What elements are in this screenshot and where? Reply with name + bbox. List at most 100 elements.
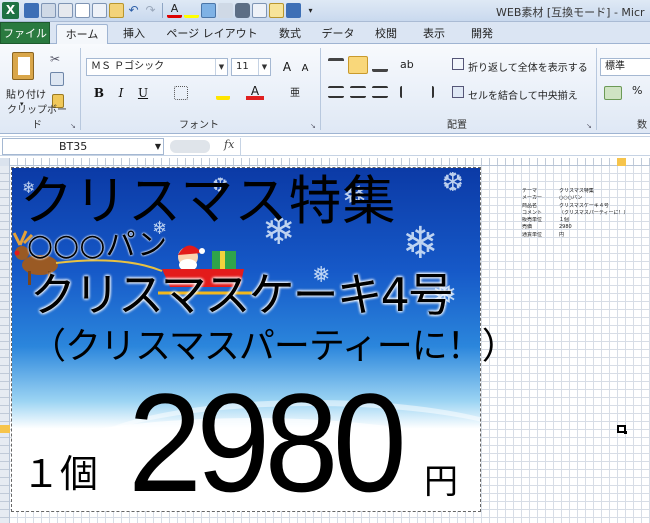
column-icon[interactable] <box>269 3 284 18</box>
undo-icon[interactable]: ↶ <box>126 3 141 18</box>
font-launcher-icon[interactable]: ↘ <box>310 122 318 130</box>
number-format-combo[interactable]: 標準 <box>600 58 650 76</box>
table-value[interactable]: ○○○パン <box>559 195 639 202</box>
copy-icon[interactable] <box>92 3 107 18</box>
formula-bar-separator[interactable] <box>170 140 210 153</box>
table-key[interactable]: コメント <box>522 210 559 217</box>
paintbrush-icon[interactable] <box>218 3 233 18</box>
align-bottom-icon[interactable] <box>372 58 388 72</box>
table-value[interactable]: 円 <box>559 232 639 239</box>
select-all-corner[interactable] <box>0 158 10 166</box>
decrease-indent-icon[interactable] <box>400 86 414 98</box>
excel-logo-icon[interactable]: X <box>2 2 19 19</box>
redo-icon[interactable]: ↷ <box>143 3 158 18</box>
wrap-text-button[interactable]: 折り返して全体を表示する <box>452 56 592 74</box>
table-row[interactable]: 商品名 クリスマスケーキ４号 <box>522 203 639 210</box>
camera-icon[interactable] <box>235 3 250 18</box>
table-key[interactable]: メーカー <box>522 195 559 202</box>
print-preview-icon[interactable] <box>41 3 56 18</box>
table-value[interactable]: クリスマスケーキ４号 <box>559 203 639 210</box>
excel-window: X ↶ ↷ A ▾ WEB素材 [互換モード] - Micr ファイル ホーム … <box>0 0 650 523</box>
active-cell-cursor[interactable] <box>617 425 627 434</box>
cut-icon[interactable]: ✂ <box>50 52 66 68</box>
increase-indent-icon[interactable] <box>420 86 434 98</box>
font-size-combo[interactable]: 11 ▼ <box>231 58 271 76</box>
selected-row-header[interactable] <box>0 425 10 433</box>
tab-insert[interactable]: 挿入 <box>114 24 154 44</box>
open-icon[interactable] <box>109 3 124 18</box>
font-color-icon[interactable]: A <box>167 3 182 18</box>
customize-qat-icon[interactable]: ▾ <box>303 3 318 18</box>
tab-formulas[interactable]: 数式 <box>268 24 312 44</box>
underline-button[interactable]: U <box>134 84 152 102</box>
column-headers[interactable] <box>10 158 650 166</box>
tab-file[interactable]: ファイル <box>0 22 50 44</box>
shrink-font-button[interactable]: A <box>296 60 314 78</box>
ruler-icon[interactable] <box>252 3 267 18</box>
row-headers[interactable] <box>0 166 10 523</box>
tab-data[interactable]: データ <box>316 24 360 44</box>
merge-icon <box>452 86 464 98</box>
table-value[interactable]: １個 <box>559 217 639 224</box>
table-key[interactable]: 商品名 <box>522 203 559 210</box>
fill-color-icon[interactable] <box>216 86 230 100</box>
tab-review[interactable]: 校閲 <box>364 24 408 44</box>
sound-icon[interactable] <box>286 3 301 18</box>
table-row[interactable]: コメント （クリスマスパーティーに！） <box>522 210 639 217</box>
save-icon[interactable] <box>24 3 39 18</box>
borders-icon[interactable] <box>174 86 188 100</box>
highlight-icon[interactable] <box>184 3 199 18</box>
table-key[interactable]: 売価 <box>522 224 559 231</box>
insert-function-button[interactable]: fx <box>224 138 234 151</box>
copy-button-icon[interactable] <box>50 72 64 86</box>
bold-button[interactable]: B <box>90 84 108 102</box>
formula-input[interactable] <box>240 138 648 155</box>
align-left-icon[interactable] <box>328 86 344 98</box>
alignment-group-label: 配置 <box>447 120 467 131</box>
percent-icon[interactable]: % <box>632 84 646 100</box>
table-row[interactable]: テーマ クリスマス特集 <box>522 188 639 195</box>
font-size-value: 11 <box>236 61 249 72</box>
selected-column-header[interactable] <box>617 158 626 166</box>
alignment-launcher-icon[interactable]: ↘ <box>586 122 594 130</box>
font-color-button[interactable]: A <box>246 82 264 100</box>
tab-developer[interactable]: 開発 <box>460 24 504 44</box>
chevron-down-icon: ▼ <box>258 59 270 75</box>
align-top-icon[interactable] <box>328 58 344 72</box>
align-center-icon[interactable] <box>350 86 366 98</box>
font-name-value: ＭＳ Ｐゴシック <box>91 61 165 72</box>
ribbon-tabs: ファイル ホーム 挿入 ページ レイアウト 数式 データ 校閲 表示 開発 <box>0 22 650 45</box>
table-key[interactable]: 販売単位 <box>522 217 559 224</box>
orientation-icon[interactable]: ab <box>400 58 420 72</box>
currency-icon[interactable] <box>604 86 622 100</box>
picture-icon[interactable] <box>201 3 216 18</box>
table-key[interactable]: テーマ <box>522 188 559 195</box>
table-row[interactable]: 通貨単位円 <box>522 232 639 239</box>
grow-font-button[interactable]: A <box>278 58 296 76</box>
formula-bar: BT35 ▼ fx <box>0 136 650 156</box>
align-right-icon[interactable] <box>372 86 388 98</box>
font-name-combo[interactable]: ＭＳ Ｐゴシック ▼ <box>86 58 228 76</box>
table-key[interactable]: 通貨単位 <box>522 232 559 239</box>
table-value[interactable]: （クリスマスパーティーに！） <box>559 210 639 217</box>
italic-button[interactable]: I <box>112 84 130 102</box>
paste-label: 貼り付け <box>6 90 46 101</box>
phonetic-icon[interactable]: 亜 <box>288 84 302 100</box>
table-value[interactable]: 2980 <box>559 224 639 231</box>
table-value[interactable]: クリスマス特集 <box>559 188 639 195</box>
tab-view[interactable]: 表示 <box>412 24 456 44</box>
tab-page-layout[interactable]: ページ レイアウト <box>160 24 264 44</box>
title-bar: X ↶ ↷ A ▾ WEB素材 [互換モード] - Micr <box>0 0 650 22</box>
table-row[interactable]: 売価 2980 <box>522 224 639 231</box>
name-box[interactable]: BT35 ▼ <box>2 138 164 155</box>
clipboard-launcher-icon[interactable]: ↘ <box>70 122 78 130</box>
align-middle-icon[interactable] <box>348 56 368 74</box>
new-document-icon[interactable] <box>75 3 90 18</box>
number-group-label: 数 <box>637 120 647 131</box>
chevron-down-icon: ▼ <box>154 142 161 151</box>
print-icon[interactable] <box>58 3 73 18</box>
table-row[interactable]: メーカー ○○○パン <box>522 195 639 202</box>
merge-center-button[interactable]: セルを結合して中央揃え <box>452 84 592 102</box>
table-row[interactable]: 販売単位 １個 <box>522 217 639 224</box>
tab-home[interactable]: ホーム <box>56 24 108 45</box>
